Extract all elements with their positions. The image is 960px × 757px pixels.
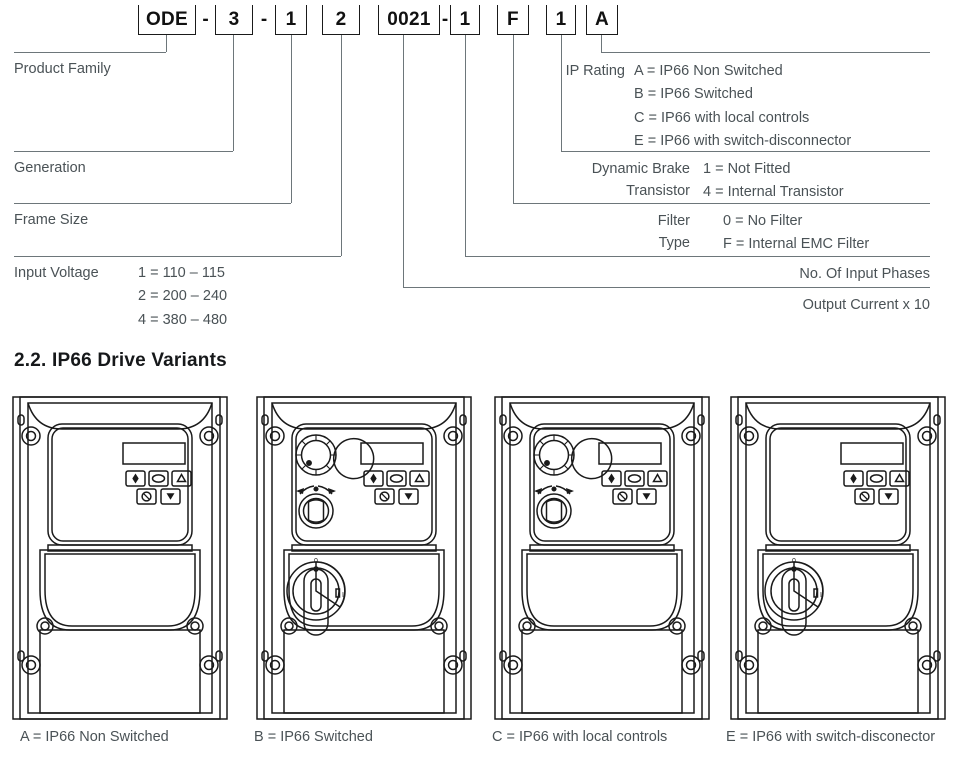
pn-segment-product-family: ODE <box>138 5 196 35</box>
variant-caption-c: C = IP66 with local controls <box>492 729 668 745</box>
leader-line-dynamic-brake <box>561 35 562 151</box>
label-product-family: Product Family <box>14 61 111 77</box>
keypad-b <box>360 442 430 505</box>
keypad-e <box>840 442 910 505</box>
label-filter-type: Filter Type <box>560 210 690 255</box>
pn-segment-ip-rating: A <box>586 5 618 35</box>
label-dynamic-brake-line2: Transistor <box>626 183 690 200</box>
leader-line-generation <box>233 35 234 151</box>
leader-line-generation <box>14 151 233 152</box>
variant-caption-e: E = IP66 with switch-disconector <box>726 729 936 745</box>
options-input-voltage: 1 = 110 – 115 2 = 200 – 240 4 = 380 – 48… <box>138 262 227 332</box>
label-output-current: Output Current x 10 <box>802 297 930 313</box>
variant-caption-b: B = IP66 Switched <box>254 729 373 745</box>
option-input-voltage: 2 = 200 – 240 <box>138 288 228 305</box>
disconnect-on-mark: I <box>342 592 344 599</box>
pn-segment-dynamic-brake: 1 <box>546 5 576 35</box>
option-ip-rating: B = IP66 Switched <box>634 86 753 103</box>
pn-segment-frame-size: 1 <box>275 5 307 35</box>
drive-variant-e: 0 I E = IP66 with switch-disconector <box>722 393 954 745</box>
leader-line-input-voltage <box>341 35 342 256</box>
leader-line-output-current <box>403 287 930 288</box>
label-frame-size: Frame Size <box>14 212 89 228</box>
options-dynamic-brake: 1 = Not Fitted 4 = Internal Transistor <box>703 158 844 205</box>
drive-variant-b: 0 I B = IP66 Switched <box>248 393 480 745</box>
options-filter-type: 0 = No Filter F = Internal EMC Filter <box>723 210 869 257</box>
leader-line-input-voltage <box>14 256 341 257</box>
drive-illustration-b: 0 I <box>256 396 472 720</box>
rotary-selector-switch-b <box>298 485 334 529</box>
leader-line-frame-size <box>291 35 292 203</box>
disconnect-off-mark: 0 <box>314 558 318 565</box>
drive-illustration-e: 0 I <box>730 396 946 720</box>
leader-line-ip-rating <box>601 52 930 53</box>
label-filter-type-line2: Type <box>658 235 690 252</box>
option-filter-type: F = Internal EMC Filter <box>723 236 870 253</box>
leader-line-ip-rating <box>601 35 602 52</box>
option-input-voltage: 4 = 380 – 480 <box>138 311 228 328</box>
pn-segment-filter-type: F <box>497 5 529 35</box>
pn-segment-input-voltage: 2 <box>322 5 360 35</box>
label-ip-rating: IP Rating <box>565 63 625 79</box>
pn-separator-dash: - <box>260 9 268 30</box>
leader-line-input-phases <box>465 35 466 256</box>
part-number-decoder: ODE - 3 - 1 2 0021 - 1 F 1 A Product Fam… <box>0 0 960 340</box>
disconnect-on-mark: I <box>820 592 822 599</box>
pn-segment-input-phases: 1 <box>450 5 480 35</box>
label-generation: Generation <box>14 160 86 176</box>
label-dynamic-brake: Dynamic Brake Transistor <box>500 158 690 203</box>
label-input-voltage: Input Voltage <box>14 265 99 281</box>
drive-variant-a: A = IP66 Non Switched <box>4 393 236 745</box>
leader-line-output-current <box>403 35 404 287</box>
leader-line-frame-size <box>14 203 291 204</box>
pn-segment-generation: 3 <box>215 5 253 35</box>
leader-line-product-family <box>14 52 166 53</box>
label-filter-type-line1: Filter <box>657 213 690 229</box>
options-ip-rating: A = IP66 Non Switched B = IP66 Switched … <box>634 60 851 154</box>
option-filter-type: 0 = No Filter <box>723 213 803 229</box>
option-ip-rating: A = IP66 Non Switched <box>634 63 783 79</box>
speed-potentiometer-knob-c <box>533 434 613 480</box>
keypad-c <box>598 442 668 505</box>
drive-illustration-a <box>12 396 228 720</box>
drive-variants-row: A = IP66 Non Switched 0 I B = IP66 Switc… <box>0 393 960 757</box>
drive-illustration-c <box>494 396 710 720</box>
leader-line-product-family <box>166 35 167 52</box>
pn-segment-output-current: 0021 <box>378 5 440 35</box>
option-input-voltage: 1 = 110 – 115 <box>138 265 225 281</box>
switch-disconnect-handle-e <box>764 561 824 636</box>
pn-separator-dash: - <box>202 9 209 30</box>
speed-potentiometer-knob-b <box>295 434 375 480</box>
drive-variant-c: C = IP66 with local controls <box>486 393 718 745</box>
option-ip-rating: E = IP66 with switch-disconnector <box>634 133 852 150</box>
option-ip-rating: C = IP66 with local controls <box>634 109 810 126</box>
label-dynamic-brake-line1: Dynamic Brake <box>591 161 690 177</box>
rotary-selector-switch-c <box>536 485 572 529</box>
option-dynamic-brake: 1 = Not Fitted <box>703 161 791 177</box>
keypad-a <box>122 442 192 505</box>
variant-caption-a: A = IP66 Non Switched <box>20 729 169 745</box>
section-heading: 2.2. IP66 Drive Variants <box>14 350 227 371</box>
option-dynamic-brake: 4 = Internal Transistor <box>703 184 844 201</box>
disconnect-off-mark: 0 <box>792 558 796 565</box>
label-input-phases: No. Of Input Phases <box>799 266 930 282</box>
pn-separator-dash: - <box>441 9 449 30</box>
